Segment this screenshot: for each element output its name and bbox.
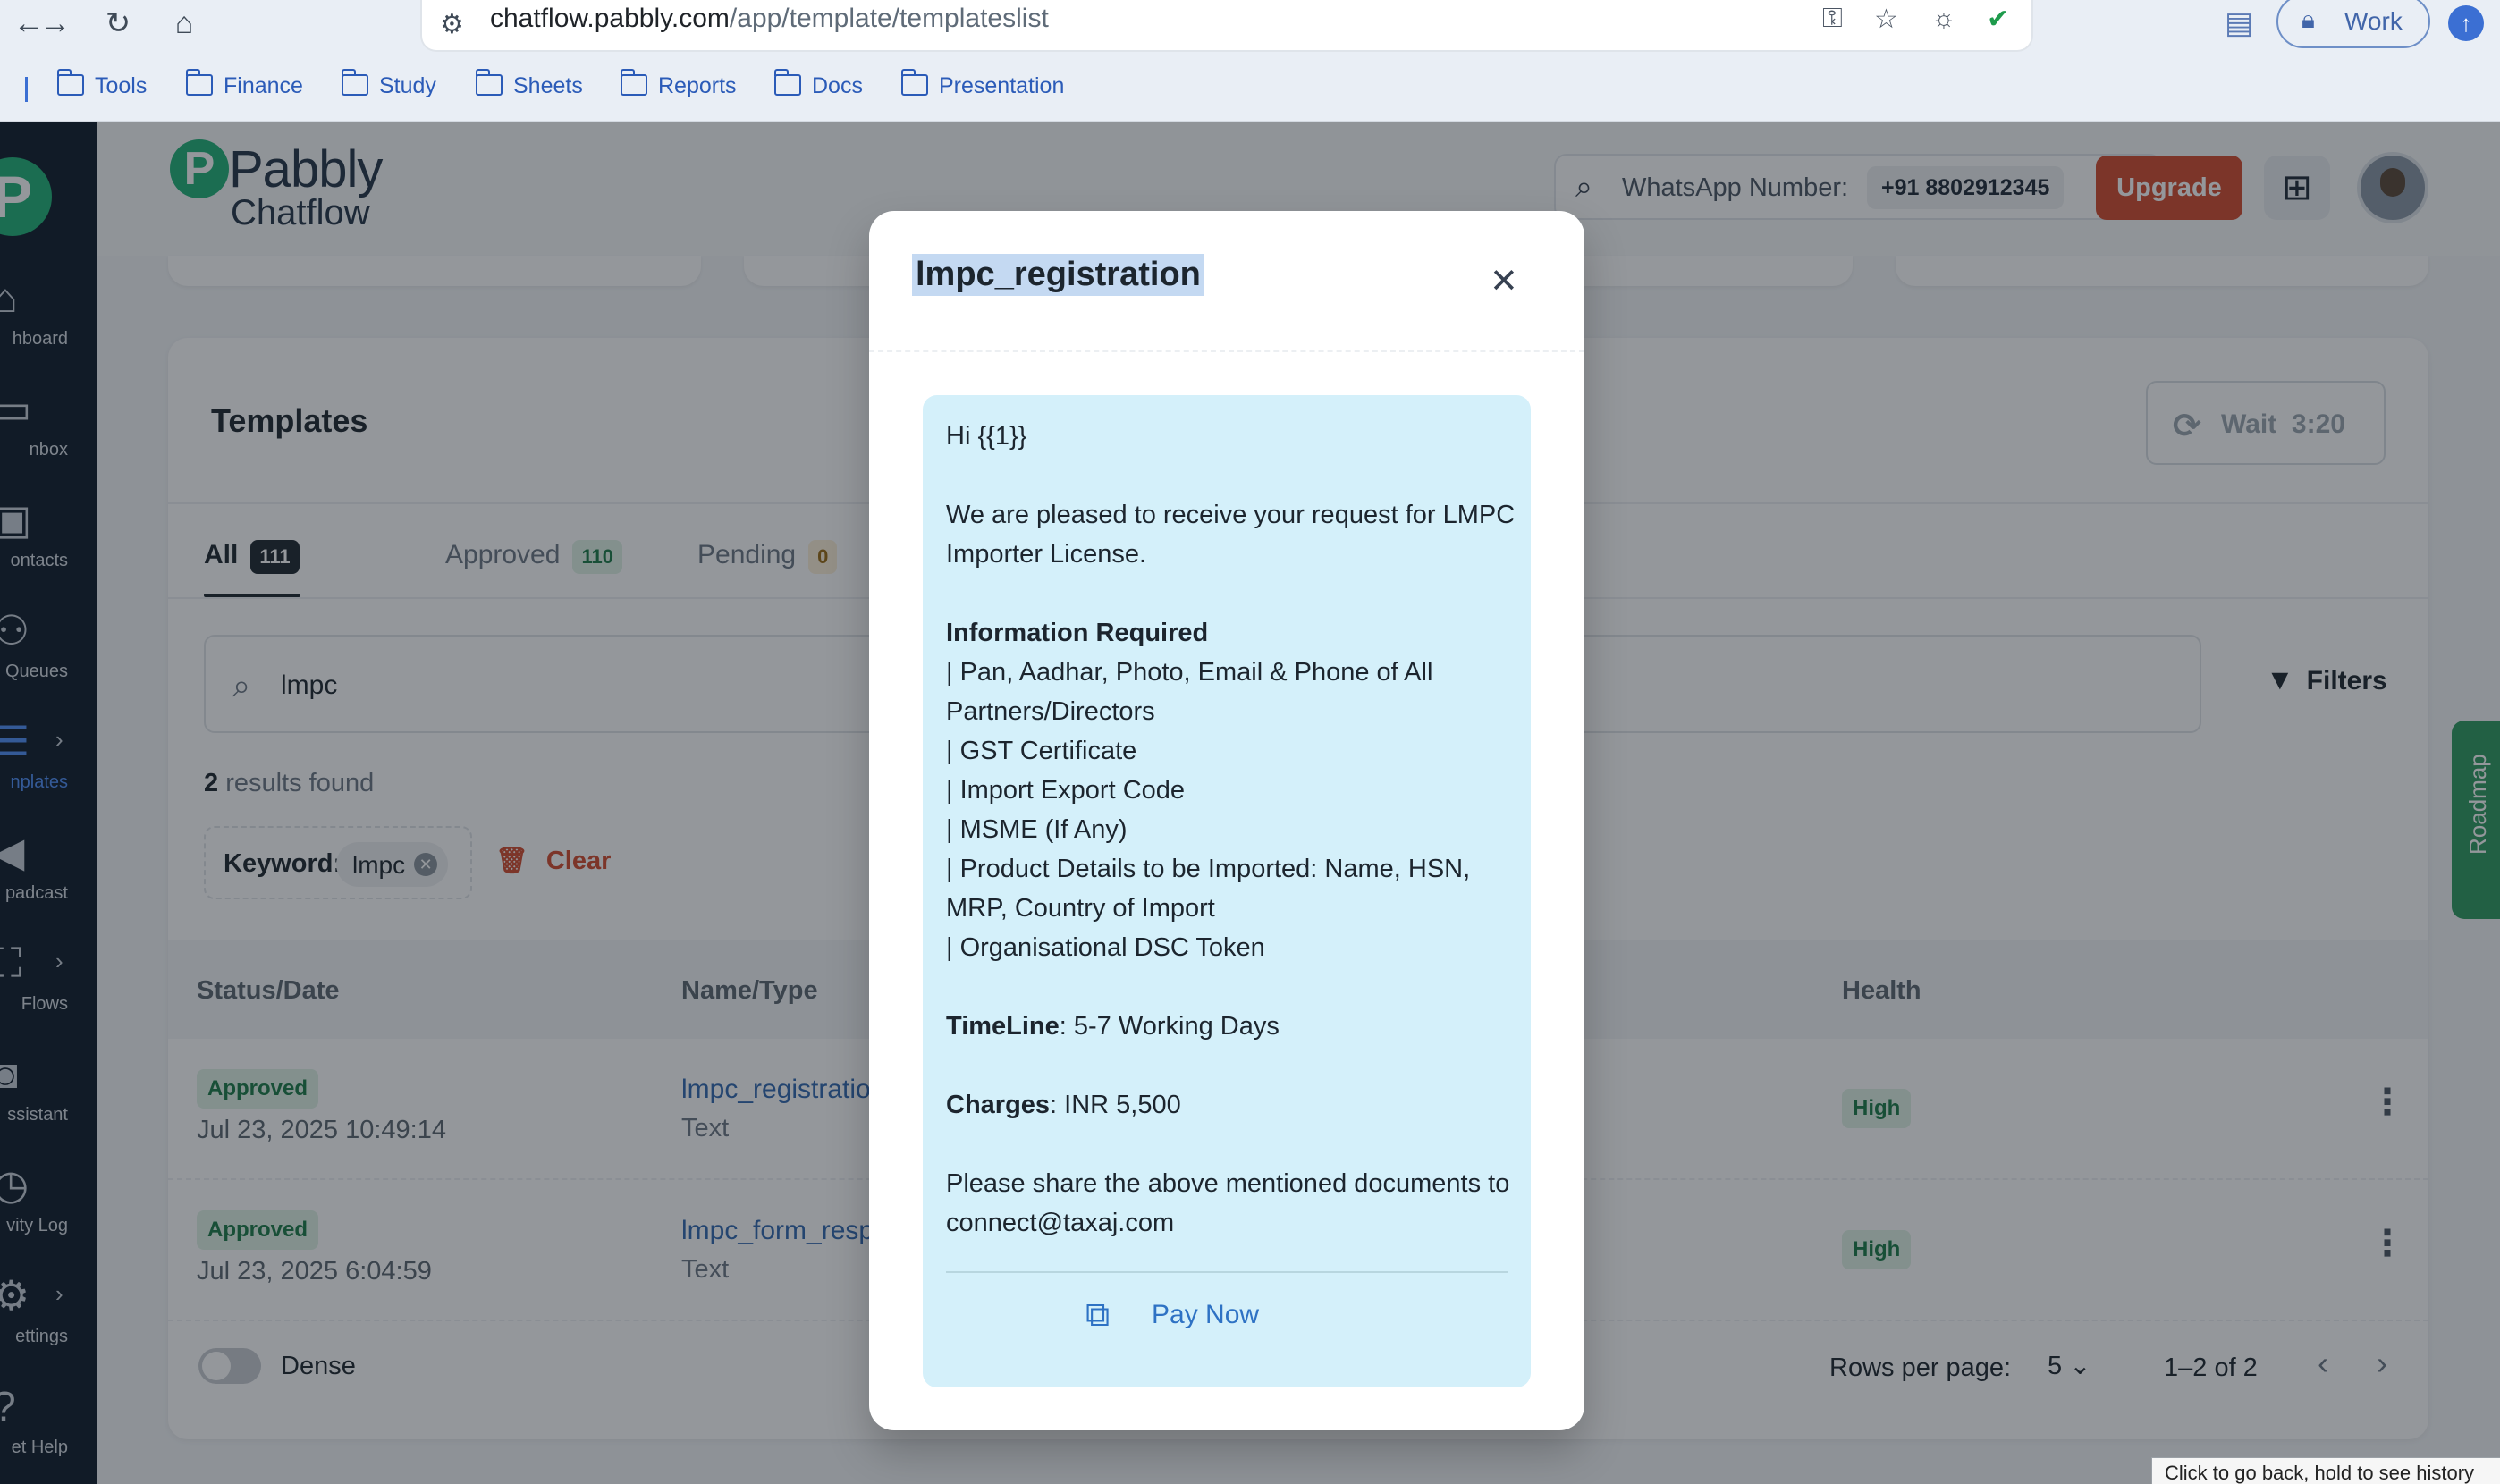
shield-check-icon[interactable]: ✔: [1987, 4, 2009, 35]
divider: [869, 350, 1584, 352]
folder-icon: [186, 69, 213, 96]
site-settings-icon[interactable]: ⚙: [440, 9, 464, 40]
update-arrow-icon[interactable]: ↑: [2448, 5, 2484, 41]
star-icon[interactable]: ☆: [1874, 4, 1898, 35]
key-icon[interactable]: ⚿: [1822, 4, 1843, 34]
lock-icon: 🔒︎: [2302, 5, 2315, 33]
message-body: Hi {{1}} We are pleased to receive your …: [946, 422, 1516, 1237]
bookmarks-bar: Tools Finance Study Sheets Reports Docs …: [0, 66, 2500, 111]
profile-button[interactable]: 🔒︎ Work: [2276, 0, 2430, 48]
address-bar[interactable]: ⚙ chatflow.pabbly.com/app/template/templ…: [420, 0, 2033, 52]
back-button-tooltip: Click to go back, hold to see history: [2151, 1457, 2500, 1484]
forward-arrow-icon[interactable]: →: [36, 5, 75, 41]
folder-icon: [476, 69, 503, 96]
reader-view-icon[interactable]: ▤: [2225, 5, 2253, 41]
bookmark-reports[interactable]: Reports: [621, 69, 737, 99]
bookmark-sheets[interactable]: Sheets: [476, 69, 583, 99]
external-link-icon: ⧉: [1085, 1296, 1111, 1334]
bookmark-presentation[interactable]: Presentation: [901, 69, 1064, 99]
brightness-icon[interactable]: ☼: [1931, 4, 1956, 34]
reload-icon[interactable]: ↻: [98, 5, 138, 41]
folder-icon: [342, 69, 368, 96]
folder-icon: [621, 69, 647, 96]
browser-chrome: ← → ↻ ⌂ ⚙ chatflow.pabbly.com/app/templa…: [0, 0, 2500, 122]
home-icon[interactable]: ⌂: [165, 5, 204, 41]
template-preview-dialog: lmpc_registration ✕ Hi {{1}} We are plea…: [869, 211, 1584, 1430]
bookmark-finance[interactable]: Finance: [186, 69, 303, 99]
bookmark-study[interactable]: Study: [342, 69, 436, 99]
pay-now-button[interactable]: ⧉ Pay Now: [1085, 1296, 1259, 1334]
folder-icon: [774, 69, 801, 96]
bookmark-tools[interactable]: Tools: [57, 69, 147, 99]
bookmarks-divider: [25, 77, 28, 102]
dialog-title: lmpc_registration: [912, 254, 1204, 296]
profile-label: Work: [2344, 7, 2403, 35]
folder-icon: [901, 69, 928, 96]
bookmark-docs[interactable]: Docs: [774, 69, 863, 99]
close-icon[interactable]: ✕: [1490, 261, 1518, 301]
url-text[interactable]: chatflow.pabbly.com/app/template/templat…: [490, 4, 1049, 34]
message-preview: Hi {{1}} We are pleased to receive your …: [923, 395, 1531, 1387]
folder-icon: [57, 69, 84, 96]
divider: [946, 1271, 1508, 1273]
